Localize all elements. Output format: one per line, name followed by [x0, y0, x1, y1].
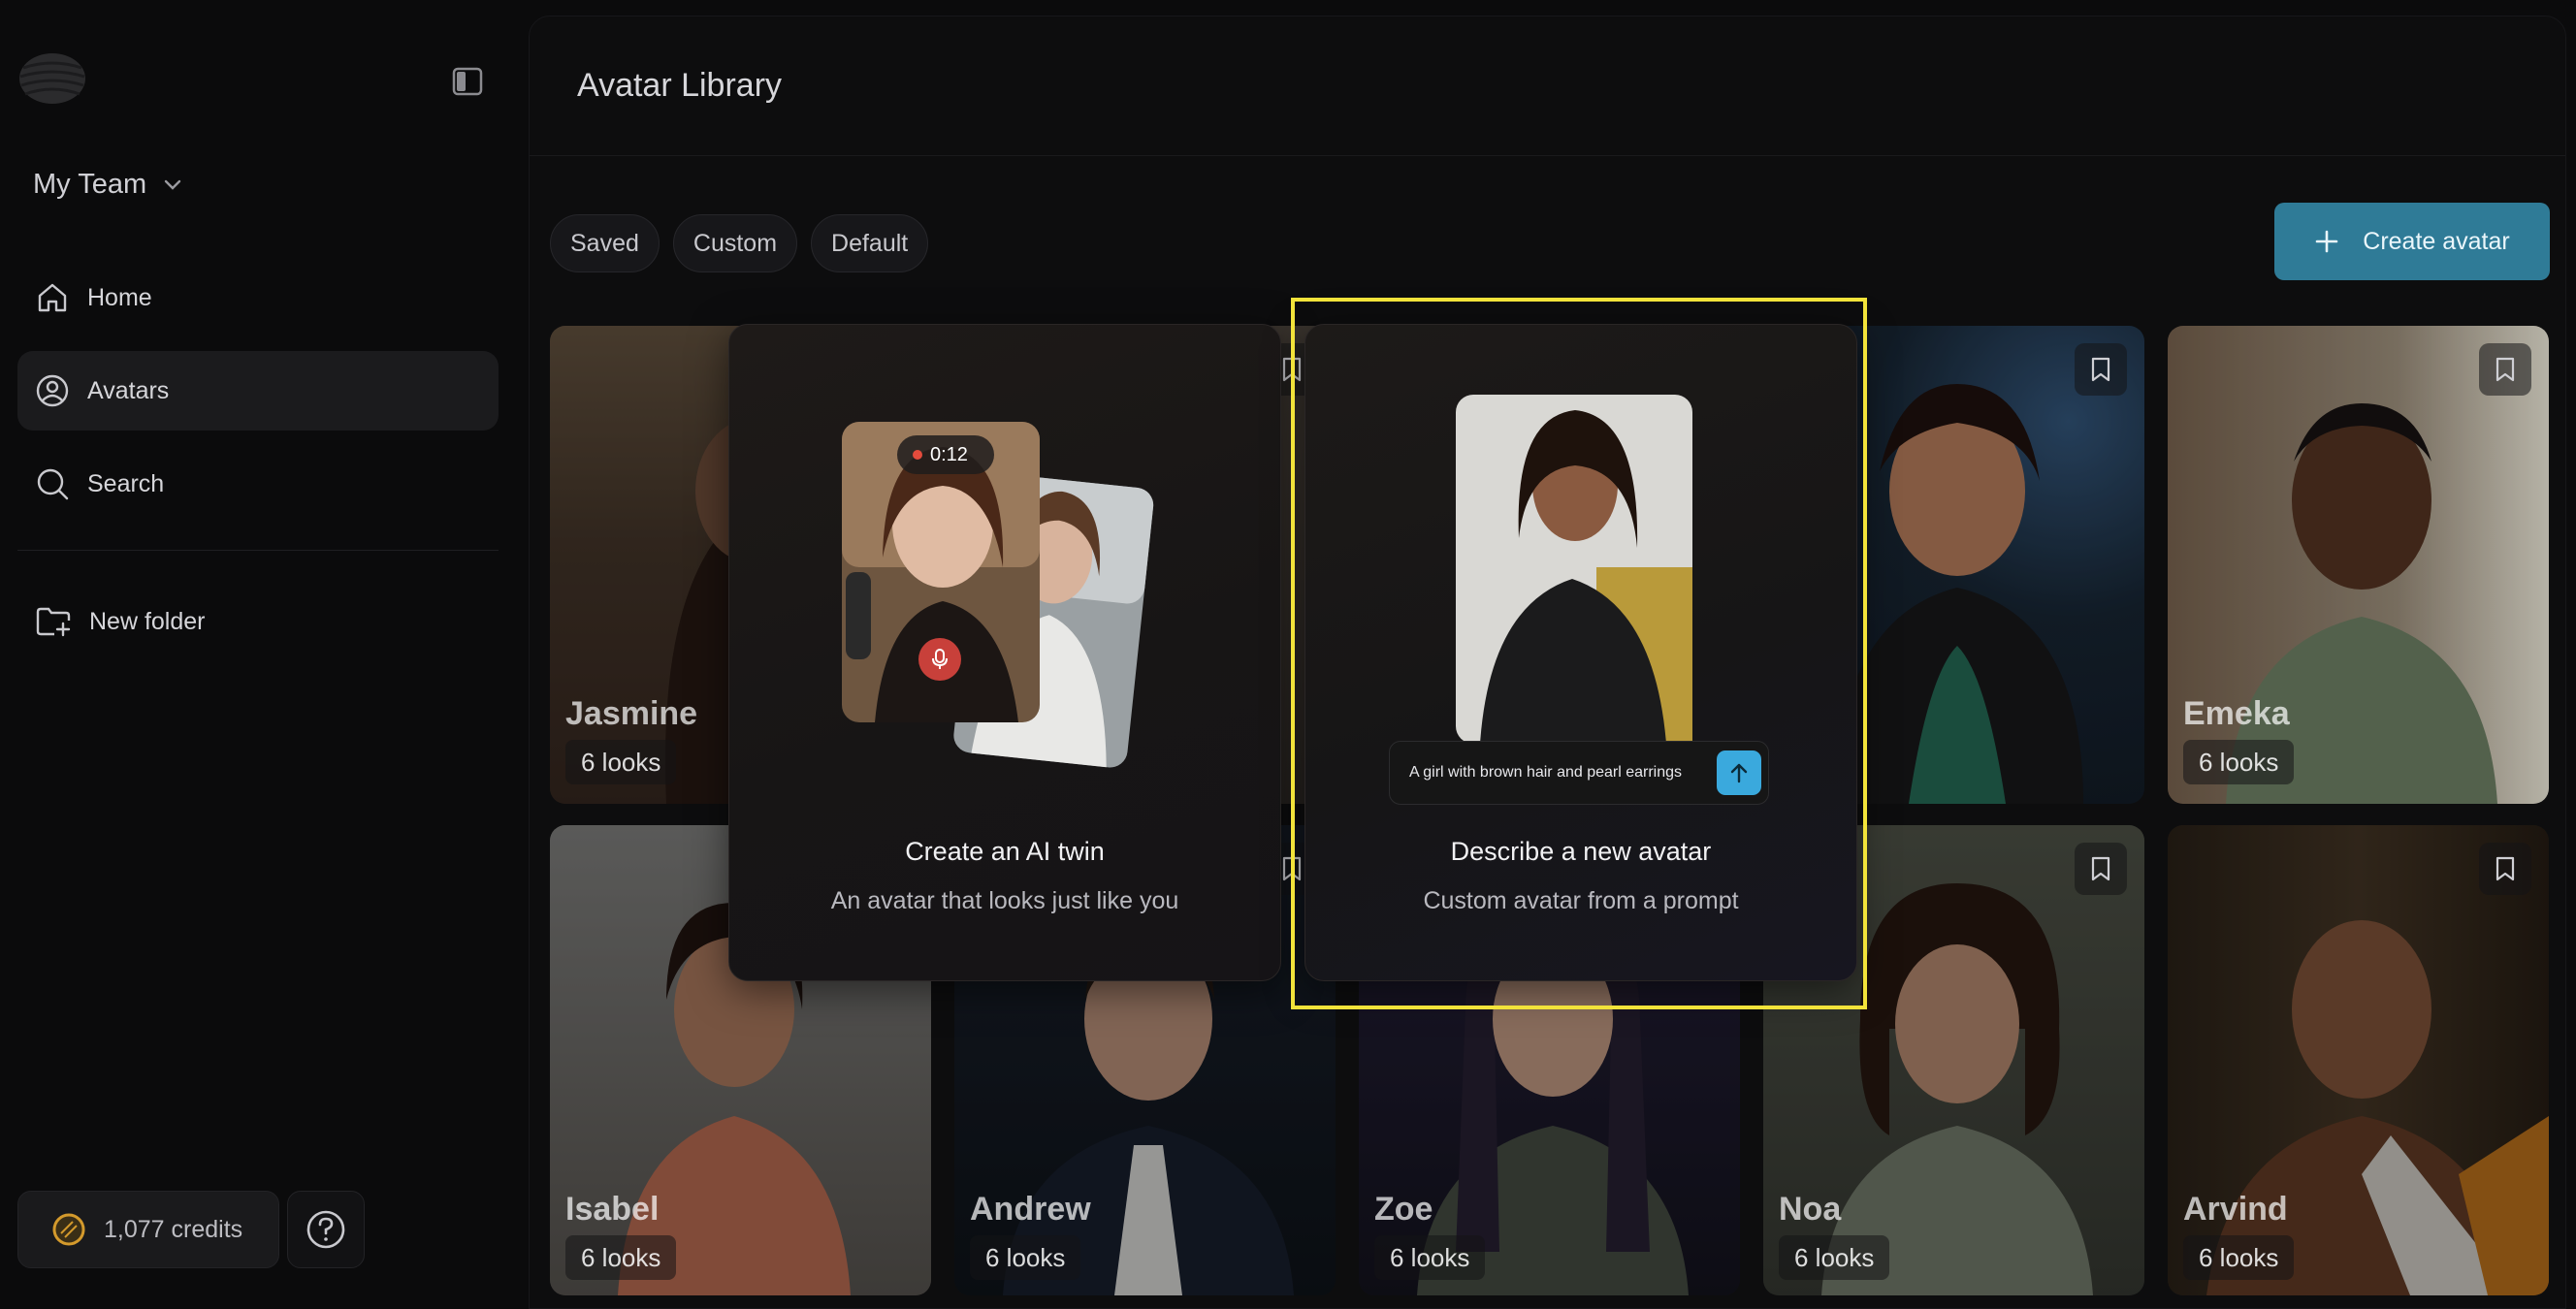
- avatar-card-emeka[interactable]: Emeka 6 looks: [2168, 326, 2549, 804]
- avatar-name: Jasmine: [565, 695, 698, 732]
- create-avatar-label: Create avatar: [2363, 227, 2510, 255]
- new-folder-label: New folder: [89, 607, 206, 635]
- describe-avatar-subtitle: Custom avatar from a prompt: [1423, 887, 1739, 914]
- avatar-name: Andrew: [970, 1191, 1091, 1228]
- sidebar-item-avatars[interactable]: Avatars: [17, 351, 499, 431]
- avatar-prompt-text: A girl with brown hair and pearl earring…: [1409, 764, 1683, 781]
- describe-avatar-preview: [1456, 395, 1692, 744]
- avatar-user-icon: [36, 374, 69, 407]
- sidebar-toggle-icon[interactable]: [450, 64, 485, 99]
- avatar-card-arvind[interactable]: Arvind 6 looks: [2168, 825, 2549, 1295]
- arrow-up-icon: [1730, 763, 1748, 783]
- bookmark-icon[interactable]: [2075, 843, 2127, 895]
- filter-default[interactable]: Default: [811, 214, 929, 272]
- credits-coin-icon: [52, 1213, 85, 1246]
- credits-count: 1,077 credits: [104, 1215, 243, 1243]
- filter-saved[interactable]: Saved: [550, 214, 660, 272]
- bookmark-icon[interactable]: [2479, 843, 2531, 895]
- sidebar: My Team Home Avatars Search New folder 1…: [0, 0, 529, 1309]
- avatar-looks: 6 looks: [1374, 1235, 1486, 1280]
- chevron-down-icon: [164, 179, 181, 190]
- sidebar-item-label: Search: [87, 469, 165, 497]
- filter-tabs: Saved Custom Default: [550, 214, 929, 272]
- bookmark-icon[interactable]: [2479, 343, 2531, 396]
- recording-time: 0:12: [930, 443, 968, 465]
- record-dot-icon: [913, 450, 922, 460]
- sidebar-divider: [17, 550, 499, 551]
- app-root: My Team Home Avatars Search New folder 1…: [0, 0, 2576, 1309]
- brand-logo-icon[interactable]: [17, 50, 87, 107]
- describe-new-avatar-card[interactable]: Describe a new avatar Custom avatar from…: [1304, 324, 1857, 981]
- sidebar-item-search[interactable]: Search: [17, 444, 499, 524]
- folder-plus-icon: [36, 607, 71, 637]
- new-folder-button[interactable]: New folder: [17, 582, 499, 661]
- avatar-looks: 6 looks: [2183, 1235, 2295, 1280]
- microphone-icon: [918, 638, 961, 681]
- credits-badge[interactable]: 1,077 credits: [17, 1191, 279, 1268]
- filter-custom[interactable]: Custom: [672, 214, 798, 272]
- home-icon: [38, 283, 67, 312]
- team-selector[interactable]: My Team: [33, 169, 181, 201]
- sidebar-item-label: Home: [87, 283, 152, 311]
- help-icon: [306, 1210, 345, 1249]
- avatar-looks: 6 looks: [2183, 740, 2295, 784]
- sidebar-item-home[interactable]: Home: [17, 258, 499, 337]
- create-ai-twin-card[interactable]: Create an AI twin An avatar that looks j…: [728, 324, 1281, 981]
- recording-timer: 0:12: [897, 435, 994, 474]
- help-button[interactable]: [287, 1191, 365, 1268]
- avatar-name: Noa: [1779, 1191, 1842, 1228]
- page-title: Avatar Library: [577, 67, 783, 104]
- avatar-looks: 6 looks: [565, 1235, 677, 1280]
- avatar-name: Zoe: [1374, 1191, 1433, 1228]
- send-prompt-button[interactable]: [1717, 750, 1761, 795]
- avatar-looks: 6 looks: [565, 740, 677, 784]
- create-avatar-button[interactable]: Create avatar: [2274, 203, 2550, 280]
- ai-twin-preview: [842, 422, 1154, 768]
- team-name: My Team: [33, 169, 147, 200]
- avatar-name: Isabel: [565, 1191, 660, 1228]
- plus-icon: [2315, 230, 2338, 253]
- bookmark-icon[interactable]: [2075, 343, 2127, 396]
- avatar-name: Arvind: [2183, 1191, 2288, 1228]
- ai-twin-subtitle: An avatar that looks just like you: [830, 887, 1179, 914]
- avatar-name: Emeka: [2183, 695, 2290, 732]
- sidebar-item-label: Avatars: [87, 376, 170, 404]
- avatar-looks: 6 looks: [970, 1235, 1081, 1280]
- search-icon: [37, 468, 69, 500]
- ai-twin-title: Create an AI twin: [905, 837, 1105, 866]
- header-divider: [530, 155, 2565, 156]
- describe-avatar-title: Describe a new avatar: [1450, 837, 1712, 866]
- sidebar-nav: Home Avatars Search: [17, 258, 499, 537]
- avatar-prompt-input[interactable]: A girl with brown hair and pearl earring…: [1389, 741, 1769, 805]
- avatar-looks: 6 looks: [1779, 1235, 1890, 1280]
